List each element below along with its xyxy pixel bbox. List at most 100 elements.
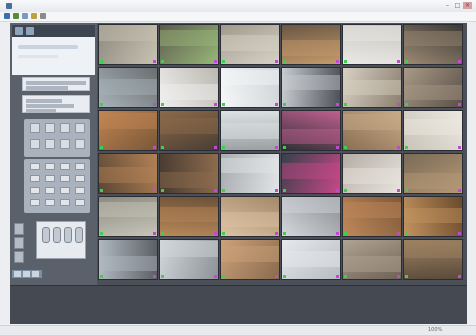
camera-tile[interactable] — [220, 24, 280, 65]
refresh-icon[interactable] — [31, 13, 37, 19]
speed-slider[interactable] — [75, 227, 83, 243]
next-page-icon[interactable] — [23, 271, 30, 277]
record-indicator-icon — [214, 232, 217, 235]
layout-16-button[interactable] — [75, 123, 85, 133]
camera-tile[interactable] — [281, 239, 341, 280]
camera-tile[interactable] — [159, 110, 219, 151]
camera-tile[interactable] — [98, 110, 158, 151]
playback-icon[interactable] — [32, 271, 39, 277]
camera-tile[interactable] — [342, 196, 402, 237]
menu-bar — [0, 12, 476, 22]
close-button[interactable]: ✕ — [463, 2, 472, 9]
channel-button[interactable] — [45, 187, 55, 194]
camera-tile[interactable] — [403, 153, 463, 194]
camera-tile[interactable] — [220, 196, 280, 237]
home-icon[interactable] — [40, 13, 46, 19]
camera-tile[interactable] — [98, 67, 158, 108]
nvr-viewer — [10, 23, 467, 324]
live-indicator-icon — [344, 103, 347, 106]
camera-tile[interactable] — [159, 24, 219, 65]
camera-tile[interactable] — [281, 67, 341, 108]
camera-tile[interactable] — [220, 67, 280, 108]
device-info-box — [22, 77, 90, 91]
camera-feed-highlight — [160, 83, 218, 100]
back-icon[interactable] — [13, 13, 19, 19]
layout-4-button[interactable] — [45, 123, 55, 133]
ptz-tab[interactable] — [14, 223, 24, 235]
camera-tile[interactable] — [403, 196, 463, 237]
app-menu-icon[interactable] — [4, 13, 10, 19]
channel-button[interactable] — [30, 199, 40, 206]
camera-tile[interactable] — [98, 153, 158, 194]
camera-feed-highlight — [160, 30, 218, 46]
camera-tile[interactable] — [403, 110, 463, 151]
maximize-button[interactable]: □ — [453, 2, 462, 9]
camera-tile[interactable] — [342, 239, 402, 280]
channel-button[interactable] — [75, 187, 85, 194]
camera-tile[interactable] — [98, 24, 158, 65]
camera-tile[interactable] — [220, 239, 280, 280]
camera-feed-highlight — [404, 84, 462, 101]
record-indicator-icon — [153, 275, 156, 278]
forward-icon[interactable] — [22, 13, 28, 19]
camera-tile[interactable] — [342, 110, 402, 151]
camera-tile[interactable] — [342, 153, 402, 194]
sequence-button[interactable] — [75, 139, 85, 149]
minimize-button[interactable]: – — [443, 2, 452, 9]
info-row — [26, 109, 56, 113]
camera-tile[interactable] — [342, 24, 402, 65]
camera-tile[interactable] — [98, 196, 158, 237]
camera-tile[interactable] — [281, 110, 341, 151]
date-time-box — [22, 95, 90, 113]
channel-button[interactable] — [30, 163, 40, 170]
camera-tile[interactable] — [159, 196, 219, 237]
focus-slider[interactable] — [53, 227, 61, 243]
camera-tile[interactable] — [98, 239, 158, 280]
camera-tile[interactable] — [220, 110, 280, 151]
camera-feed-highlight — [99, 255, 157, 272]
camera-tile[interactable] — [220, 153, 280, 194]
channel-button[interactable] — [60, 175, 70, 182]
settings-icon[interactable] — [15, 27, 23, 35]
channel-button[interactable] — [30, 187, 40, 194]
channel-button[interactable] — [45, 175, 55, 182]
camera-tile[interactable] — [403, 239, 463, 280]
channel-button[interactable] — [75, 199, 85, 206]
control-panel — [10, 23, 97, 285]
layout-1-button[interactable] — [30, 123, 40, 133]
channel-button[interactable] — [75, 163, 85, 170]
user-icon[interactable] — [26, 27, 34, 35]
iris-slider[interactable] — [64, 227, 72, 243]
channel-button[interactable] — [60, 187, 70, 194]
camera-tile[interactable] — [281, 196, 341, 237]
preset-tab[interactable] — [14, 251, 24, 263]
record-indicator-icon — [275, 232, 278, 235]
camera-feed-highlight — [221, 157, 279, 174]
channel-button[interactable] — [45, 199, 55, 206]
zoom-slider[interactable] — [42, 227, 50, 243]
channel-button[interactable] — [60, 163, 70, 170]
record-indicator-icon — [153, 189, 156, 192]
camera-tile[interactable] — [281, 24, 341, 65]
prev-page-icon[interactable] — [14, 271, 21, 277]
record-indicator-icon — [214, 146, 217, 149]
layout-36-button[interactable] — [45, 139, 55, 149]
color-tab[interactable] — [14, 237, 24, 249]
camera-tile[interactable] — [403, 24, 463, 65]
camera-tile[interactable] — [281, 153, 341, 194]
camera-tile[interactable] — [159, 153, 219, 194]
layout-9-button[interactable] — [60, 123, 70, 133]
layout-25-button[interactable] — [30, 139, 40, 149]
record-indicator-icon — [214, 189, 217, 192]
channel-button[interactable] — [75, 175, 85, 182]
fullscreen-button[interactable] — [60, 139, 70, 149]
channel-button[interactable] — [30, 175, 40, 182]
camera-tile[interactable] — [342, 67, 402, 108]
camera-tile[interactable] — [403, 67, 463, 108]
channel-button[interactable] — [60, 199, 70, 206]
record-indicator-icon — [336, 60, 339, 63]
camera-tile[interactable] — [159, 239, 219, 280]
channel-button[interactable] — [45, 163, 55, 170]
application-window: – □ ✕ 100% — [0, 0, 476, 335]
camera-tile[interactable] — [159, 67, 219, 108]
